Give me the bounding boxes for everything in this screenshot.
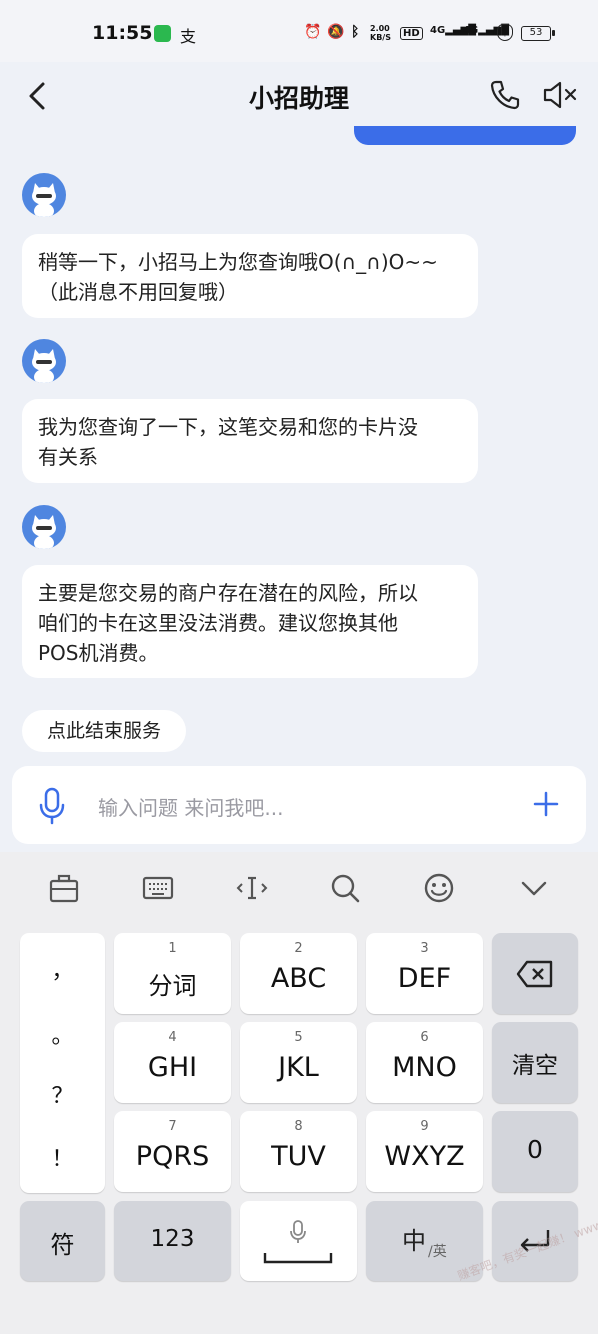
key-5[interactable]: 5 JKL (240, 1022, 357, 1103)
punct-exclaim[interactable]: ！ (20, 1141, 105, 1173)
text-cursor-icon (236, 876, 268, 900)
add-button[interactable] (532, 790, 560, 818)
phone-icon (490, 80, 520, 110)
search-button[interactable] (327, 870, 363, 906)
robot-cat-icon (32, 183, 56, 217)
key-1[interactable]: 1 分词 (114, 933, 231, 1014)
key-2[interactable]: 2 ABC (240, 933, 357, 1014)
key-4[interactable]: 4 GHI (114, 1022, 231, 1103)
voice-input-button[interactable] (36, 786, 68, 826)
key-3[interactable]: 3 DEF (366, 933, 483, 1014)
punct-comma[interactable]: ， (20, 953, 105, 985)
microphone-icon (290, 1220, 306, 1243)
message-text: 稍等一下，小招马上为您查询哦O(∩_∩)O~~ (38, 250, 438, 274)
alipay-icon: 支 (180, 27, 197, 46)
call-button[interactable] (488, 78, 522, 112)
key-8[interactable]: 8 TUV (240, 1111, 357, 1192)
robot-cat-icon (32, 515, 56, 549)
cursor-move-button[interactable] (234, 870, 270, 906)
chat-input-bar: 输入问题 来问我吧... (12, 766, 586, 844)
key-9[interactable]: 9 WXYZ (366, 1111, 483, 1192)
punctuation-column[interactable]: ， 。 ？ ！ (20, 933, 105, 1193)
battery-indicator: 53 (521, 26, 555, 41)
alarm-icon: ⏰ (304, 24, 322, 40)
toolbox-button[interactable] (46, 870, 82, 906)
keyboard-switch-button[interactable] (140, 870, 176, 906)
question-input[interactable]: 输入问题 来问我吧... (98, 792, 283, 821)
net-speed: 2.00 KB/S (370, 24, 391, 42)
shield-dollar-icon: $ (497, 24, 513, 41)
nav-bar: 小招助理 (0, 62, 598, 130)
microphone-icon (39, 787, 65, 825)
toolbox-icon (49, 874, 79, 903)
message-text: （此消息不用回复哦） (38, 280, 238, 304)
space-bar-icon (263, 1253, 333, 1264)
clear-key[interactable]: 清空 (492, 1022, 578, 1103)
message-text: 主要是您交易的商户存在潜在的风险，所以 (38, 581, 418, 605)
space-key[interactable] (240, 1201, 357, 1281)
message-text: POS机消费。 (38, 641, 159, 665)
bot-avatar (22, 173, 66, 217)
emoji-icon (424, 873, 454, 903)
punct-period[interactable]: 。 (20, 1018, 105, 1050)
plus-icon (533, 791, 559, 817)
status-time: 11:55 (92, 22, 153, 44)
bot-message-bubble: 稍等一下，小招马上为您查询哦O(∩_∩)O~~ （此消息不用回复哦） (22, 234, 478, 318)
status-bar: 11:55 支 ⏰ 🔕 ᛒ 2.00 KB/S HD 4G▂▄▆█ 4G▂▄▆█… (0, 0, 598, 62)
key-7[interactable]: 7 PQRS (114, 1111, 231, 1192)
key-0[interactable]: 0 (492, 1111, 578, 1192)
message-text: 我为您查询了一下，这笔交易和您的卡片没 (38, 415, 418, 439)
speaker-mute-button[interactable] (540, 78, 580, 112)
emoji-button[interactable] (421, 870, 457, 906)
bot-message-bubble: 主要是您交易的商户存在潜在的风险，所以 咱们的卡在这里没法消费。建议您换其他 P… (22, 565, 478, 678)
message-text: 咱们的卡在这里没法消费。建议您换其他 (38, 611, 398, 635)
chevron-down-icon (521, 881, 547, 896)
speaker-mute-icon (543, 81, 577, 109)
lang-sub: /英 (428, 1244, 447, 1260)
lang-main: 中 (402, 1227, 426, 1255)
key-6[interactable]: 6 MNO (366, 1022, 483, 1103)
message-text: 有关系 (38, 445, 98, 469)
backspace-key[interactable] (492, 933, 578, 1014)
robot-cat-icon (32, 349, 56, 383)
bot-avatar (22, 505, 66, 549)
bot-message-bubble: 我为您查询了一下，这笔交易和您的卡片没 有关系 (22, 399, 478, 483)
number-mode-key[interactable]: 123 (114, 1201, 231, 1281)
symbol-key[interactable]: 符 (20, 1201, 105, 1281)
mute-bell-icon: 🔕 (327, 24, 345, 40)
wechat-icon (154, 25, 171, 42)
user-message-bubble (354, 126, 576, 145)
keyboard-icon (142, 876, 174, 900)
punct-question[interactable]: ？ (20, 1078, 105, 1110)
bluetooth-icon: ᛒ (351, 24, 360, 40)
hd-badge: HD (400, 27, 423, 40)
collapse-keyboard-button[interactable] (516, 870, 552, 906)
bot-avatar (22, 339, 66, 383)
end-service-button[interactable]: 点此结束服务 (22, 710, 186, 752)
search-icon (331, 874, 360, 903)
backspace-icon (516, 960, 553, 988)
